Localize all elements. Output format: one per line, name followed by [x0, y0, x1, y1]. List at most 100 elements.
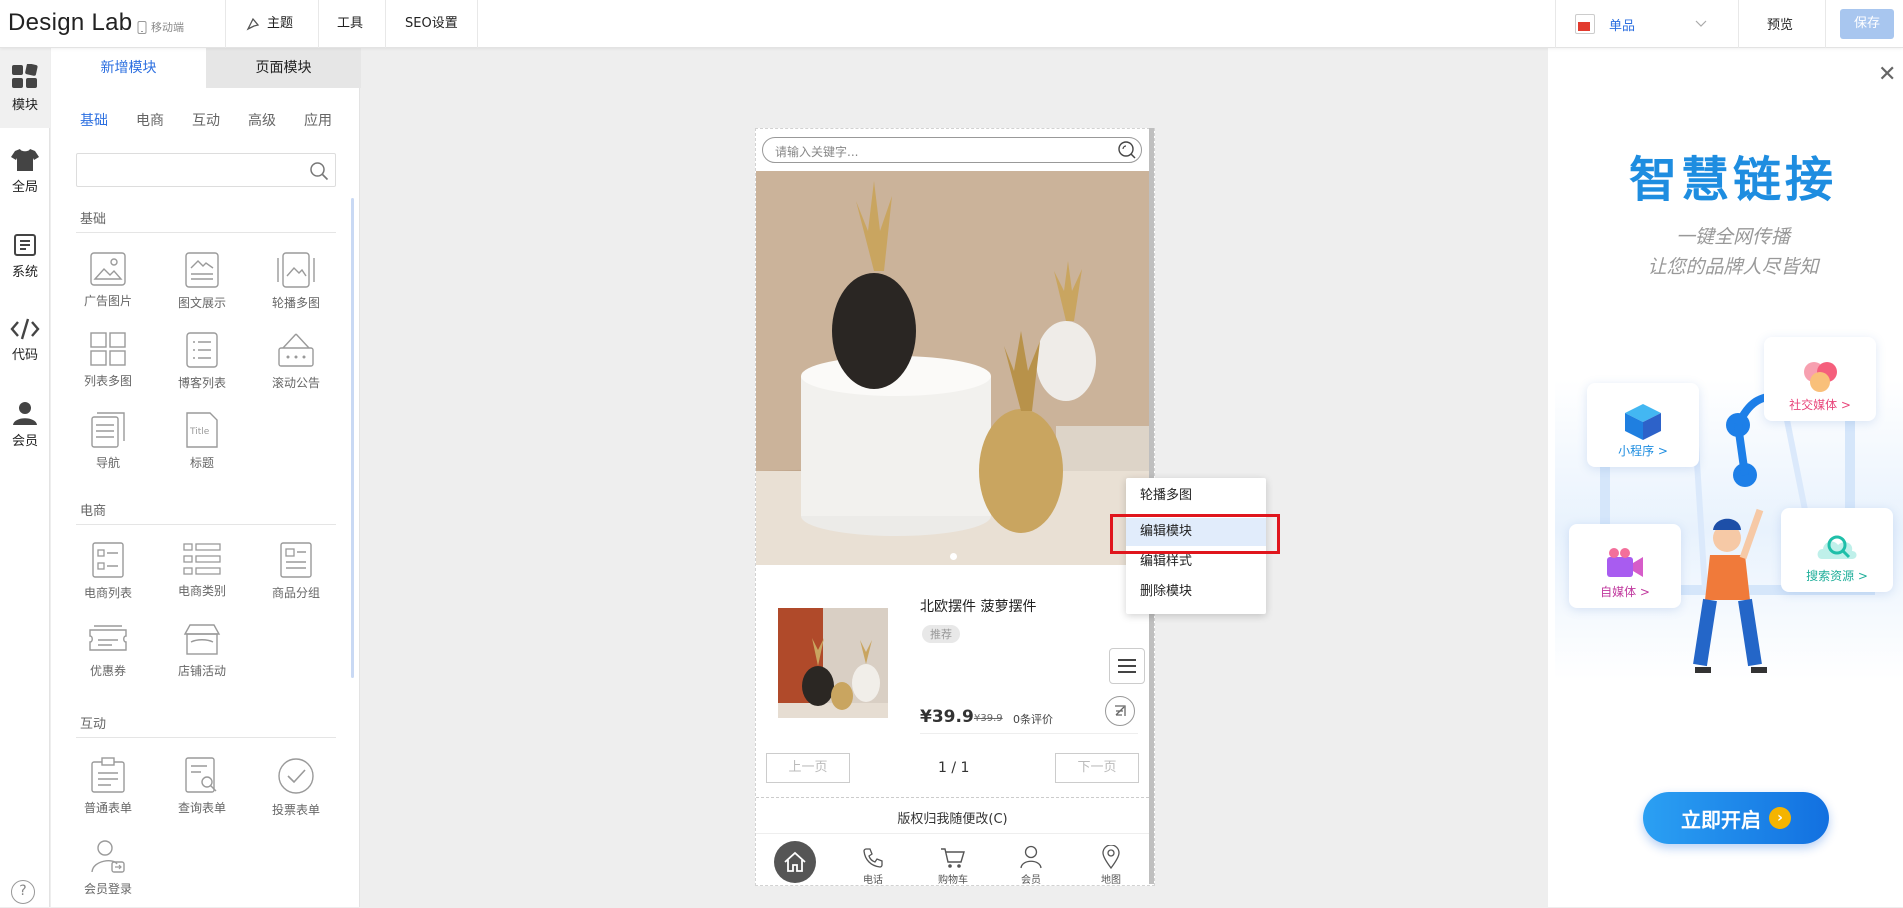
phone-search-input[interactable]: 请输入关键字...: [762, 137, 1142, 163]
module-image-text[interactable]: 图文展示: [161, 252, 243, 322]
device-label: 移动端: [151, 21, 184, 34]
panel-scrollbar[interactable]: [351, 198, 354, 678]
module-settings-icon[interactable]: [1105, 696, 1135, 726]
product-list-icon: [92, 542, 124, 578]
preview-button[interactable]: 预览: [1767, 14, 1793, 33]
module-label: 店铺活动: [177, 664, 226, 678]
cta-label: 立即开启: [1681, 807, 1761, 832]
help-icon[interactable]: ?: [11, 880, 35, 904]
page-indicator: 1 / 1: [938, 760, 970, 776]
promo-card-social-media[interactable]: 社交媒体 >: [1764, 337, 1876, 421]
module-carousel[interactable]: 轮播多图: [255, 252, 337, 322]
start-now-button[interactable]: 立即开启 ›: [1643, 792, 1829, 844]
module-label: 滚动公告: [271, 376, 320, 390]
category-ecommerce[interactable]: 电商: [136, 110, 164, 130]
user-icon: [1020, 845, 1042, 869]
module-scroll-notice[interactable]: 滚动公告: [255, 332, 337, 402]
module-store-activity[interactable]: 店铺活动: [161, 622, 243, 692]
module-ad-image[interactable]: 广告图片: [67, 252, 149, 322]
close-icon[interactable]: ✕: [1878, 62, 1896, 87]
nav-theme[interactable]: 主题: [245, 0, 293, 48]
bottom-nav-cart[interactable]: 购物车: [925, 838, 981, 886]
divider: [756, 833, 1149, 834]
module-blog-list[interactable]: 博客列表: [161, 332, 243, 402]
highlight-box: [1110, 514, 1280, 554]
mobile-icon: [137, 20, 147, 34]
cart-icon: [941, 848, 965, 868]
product-image: [778, 608, 888, 718]
language-select[interactable]: 单品: [1575, 10, 1725, 38]
module-ecommerce-category[interactable]: 电商类别: [161, 542, 243, 612]
module-member-login[interactable]: 会员登录: [67, 838, 149, 908]
module-label: 导航: [95, 456, 120, 470]
module-label: 商品分组: [271, 586, 320, 600]
nav-seo-label: SEO设置: [405, 16, 458, 31]
module-title[interactable]: Title 标题: [161, 412, 243, 482]
promo-card-mini-program[interactable]: 小程序 >: [1587, 383, 1699, 467]
home-icon[interactable]: [774, 841, 816, 883]
module-ecommerce-list[interactable]: 电商列表: [67, 542, 149, 612]
bottom-nav-member[interactable]: 会员: [1003, 838, 1059, 886]
sidebar-item-global[interactable]: 全局: [0, 131, 50, 211]
module-coupon[interactable]: 优惠券: [67, 622, 149, 692]
menu-icon[interactable]: [1109, 648, 1145, 684]
image-icon: [90, 252, 126, 286]
module-list-images[interactable]: 列表多图: [67, 332, 149, 402]
category-basic[interactable]: 基础: [80, 110, 108, 130]
copyright-text: 版权归我随便改(C): [897, 812, 1008, 827]
product-reviews: 0条评价: [1013, 713, 1053, 726]
carousel-indicator[interactable]: [950, 553, 957, 560]
carousel-image[interactable]: [756, 171, 1149, 565]
promo-card-self-media[interactable]: 自媒体 >: [1569, 524, 1681, 608]
search-icon[interactable]: [1117, 140, 1137, 160]
nav-tools[interactable]: 工具: [337, 0, 363, 48]
promo-card-label: 小程序 >: [1618, 444, 1668, 458]
module-navigation[interactable]: 导航: [67, 412, 149, 482]
category-interactive[interactable]: 互动: [192, 110, 220, 130]
bottom-nav-map[interactable]: 地图: [1083, 838, 1139, 886]
notice-icon: [278, 333, 314, 367]
promo-card-search-resources[interactable]: 搜索资源 >: [1781, 508, 1893, 592]
menu-item-delete-module[interactable]: 删除模块: [1126, 578, 1266, 606]
category-apps[interactable]: 应用: [304, 110, 332, 130]
module-label: 电商类别: [177, 584, 226, 598]
icon-sidebar: 模块 全局 系统 代码 会员: [0, 48, 50, 907]
sidebar-item-system[interactable]: 系统: [0, 216, 50, 296]
tab-page-module[interactable]: 页面模块: [206, 48, 361, 88]
search-cloud-icon: [1817, 535, 1857, 559]
user-icon: [13, 401, 37, 425]
nav-tools-label: 工具: [337, 16, 364, 31]
divider: [920, 733, 1138, 734]
device-switch[interactable]: 移动端: [137, 19, 184, 35]
product-thumbnail[interactable]: [778, 608, 888, 718]
module-vote-form[interactable]: 投票表单: [255, 757, 337, 827]
prev-page-button[interactable]: 上一页: [766, 753, 850, 783]
sidebar-item-label: 代码: [11, 347, 38, 363]
video-camera-icon: [1607, 548, 1643, 577]
theme-icon: [246, 17, 260, 31]
tab-add-module[interactable]: 新增模块: [51, 48, 206, 88]
module-form[interactable]: 普通表单: [67, 757, 149, 827]
context-menu-title: 轮播多图: [1140, 488, 1193, 503]
module-label: 电商列表: [83, 586, 132, 600]
svg-text:Title: Title: [189, 427, 210, 437]
bottom-nav-phone[interactable]: 电话: [845, 838, 901, 886]
module-search-input[interactable]: [76, 153, 336, 187]
next-page-button[interactable]: 下一页: [1055, 753, 1139, 783]
module-label: 图文展示: [177, 296, 226, 310]
sidebar-item-modules[interactable]: 模块: [0, 48, 50, 128]
module-label: 标题: [189, 456, 214, 470]
promo-title: 智慧链接: [1628, 152, 1837, 208]
sidebar-item-member[interactable]: 会员: [0, 384, 50, 464]
nav-seo[interactable]: SEO设置: [405, 0, 458, 48]
sidebar-item-code[interactable]: 代码: [0, 300, 50, 380]
divider: [1825, 0, 1826, 48]
save-button[interactable]: 保存: [1840, 9, 1894, 39]
search-icon[interactable]: [309, 161, 329, 181]
category-advanced[interactable]: 高级: [248, 110, 276, 130]
bottom-nav-label: 会员: [1021, 875, 1041, 886]
module-product-group[interactable]: 商品分组: [255, 542, 337, 612]
module-query-form[interactable]: 查询表单: [161, 757, 243, 827]
product-title[interactable]: 北欧摆件 菠萝摆件: [920, 596, 1036, 616]
title-icon: Title: [186, 412, 218, 448]
